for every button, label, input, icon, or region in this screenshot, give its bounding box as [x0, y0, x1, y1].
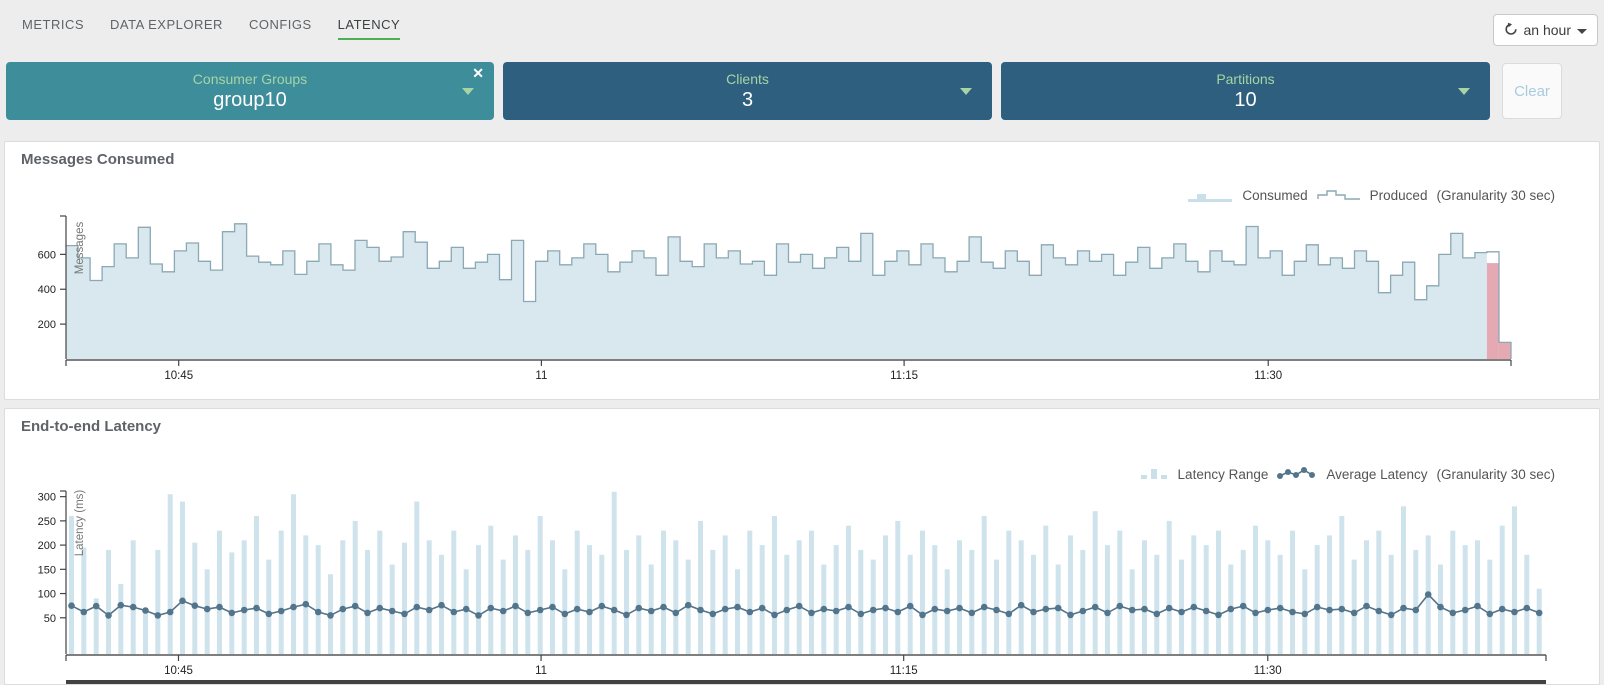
- caret-down-icon: [462, 88, 474, 95]
- messages-consumed-panel: Messages Consumed Consumed Produced (Gra…: [4, 141, 1600, 400]
- svg-text:11:30: 11:30: [1254, 370, 1282, 382]
- svg-text:11:30: 11:30: [1254, 665, 1282, 677]
- tab-metrics[interactable]: METRICS: [22, 17, 84, 40]
- svg-text:400: 400: [38, 284, 56, 296]
- clients-value: 3: [742, 88, 753, 112]
- consumer-groups-value: group10: [213, 88, 286, 112]
- tab-list: METRICS DATA EXPLORER CONFIGS LATENCY: [22, 17, 400, 40]
- partitions-value: 10: [1234, 88, 1256, 112]
- messages-consumed-chart[interactable]: 200 400 600 10:45 11 11:15 11:30 Messages: [5, 142, 1599, 399]
- consumer-groups-label: Consumer Groups: [193, 71, 307, 88]
- svg-text:200: 200: [38, 319, 56, 331]
- clients-dropdown[interactable]: Clients 3: [503, 62, 992, 120]
- end-to-end-latency-chart[interactable]: 50 100 150 200 250 300 10:45 11 11:15 11:30 Latenc…: [5, 409, 1599, 684]
- svg-text:250: 250: [38, 516, 56, 528]
- tab-data-explorer[interactable]: DATA EXPLORER: [110, 17, 223, 40]
- svg-text:11:15: 11:15: [890, 370, 918, 382]
- caret-down-icon: [1458, 88, 1470, 95]
- history-icon: [1504, 22, 1518, 39]
- clear-filters-button[interactable]: Clear: [1502, 63, 1562, 119]
- svg-text:300: 300: [38, 492, 56, 504]
- svg-text:11:15: 11:15: [890, 665, 918, 677]
- svg-text:Latency (ms): Latency (ms): [74, 490, 86, 557]
- time-range-label: an hour: [1524, 22, 1571, 38]
- svg-text:10:45: 10:45: [164, 665, 193, 677]
- svg-text:11: 11: [535, 665, 547, 677]
- svg-text:150: 150: [38, 564, 56, 576]
- caret-down-icon: [960, 88, 972, 95]
- time-range-selector[interactable]: an hour: [1493, 14, 1598, 46]
- svg-text:600: 600: [38, 249, 56, 261]
- close-icon[interactable]: ✕: [472, 66, 484, 80]
- filter-row: ✕ Consumer Groups group10 Clients 3 Part…: [0, 62, 1604, 120]
- svg-text:100: 100: [38, 589, 56, 601]
- partitions-dropdown[interactable]: Partitions 10: [1001, 62, 1490, 120]
- clients-label: Clients: [726, 71, 769, 88]
- partitions-label: Partitions: [1216, 71, 1274, 88]
- svg-text:Messages: Messages: [74, 222, 86, 275]
- top-tab-bar: METRICS DATA EXPLORER CONFIGS LATENCY an…: [0, 0, 1604, 50]
- tab-latency[interactable]: LATENCY: [338, 17, 401, 40]
- svg-text:10:45: 10:45: [164, 370, 193, 382]
- svg-text:200: 200: [38, 540, 56, 552]
- end-to-end-latency-panel: End-to-end Latency Latency Range Average…: [4, 408, 1600, 685]
- svg-text:50: 50: [44, 613, 56, 625]
- tab-configs[interactable]: CONFIGS: [249, 17, 312, 40]
- svg-text:11: 11: [535, 370, 547, 382]
- caret-down-icon: [1577, 29, 1587, 34]
- consumer-groups-dropdown[interactable]: ✕ Consumer Groups group10: [6, 62, 494, 120]
